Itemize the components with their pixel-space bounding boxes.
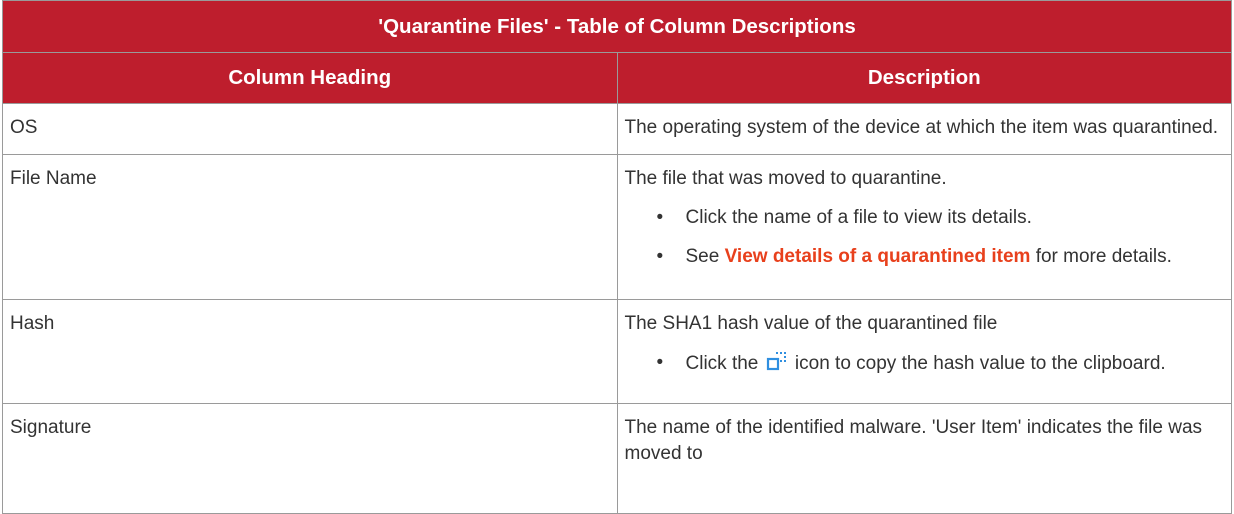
bullet-glyph: • <box>656 246 664 267</box>
bullet-text-prefix: Click the <box>685 353 764 374</box>
table-row-os: OS The operating system of the device at… <box>2 103 1232 155</box>
bullet-list: • Click the name of a file to view its d… <box>625 205 1232 270</box>
row-heading-text: Hash <box>10 313 55 334</box>
bullet-text-prefix: See <box>685 246 725 267</box>
table-row-signature: Signature The name of the identified mal… <box>2 403 1232 514</box>
list-item: • Click the icon to copy the hash value … <box>625 350 1232 377</box>
bullet-text-suffix: for more details. <box>1030 246 1172 267</box>
row-heading-file-name: File Name <box>2 154 618 300</box>
bullet-text-suffix: icon to copy the hash value to the clipb… <box>789 353 1166 374</box>
description-header: Description <box>616 52 1232 104</box>
column-heading-header: Column Heading <box>2 52 618 104</box>
view-details-link[interactable]: View details of a quarantined item <box>725 246 1031 267</box>
row-description-hash: The SHA1 hash value of the quarantined f… <box>616 299 1232 404</box>
row-heading-hash: Hash <box>2 299 618 404</box>
row-description-file-name: The file that was moved to quarantine. •… <box>616 154 1232 300</box>
row-heading-text: OS <box>10 117 38 138</box>
row-heading-os: OS <box>2 103 618 155</box>
table-header-row: Column Heading Description <box>2 52 1232 104</box>
column-description-table: 'Quarantine Files' - Table of Column Des… <box>2 0 1232 514</box>
row-heading-text: Signature <box>10 417 92 438</box>
row-description-text: The operating system of the device at wh… <box>624 117 1219 138</box>
table-title: 'Quarantine Files' - Table of Column Des… <box>2 0 1232 53</box>
row-description-signature: The name of the identified malware. 'Use… <box>616 403 1232 514</box>
bullet-text: Click the name of a file to view its det… <box>685 207 1032 228</box>
row-description-text: The name of the identified malware. 'Use… <box>624 417 1203 464</box>
row-description-text: The SHA1 hash value of the quarantined f… <box>624 313 998 334</box>
bullet-list: • Click the icon to copy the hash value … <box>625 350 1232 377</box>
list-item: • Click the name of a file to view its d… <box>625 205 1232 231</box>
table-title-row: 'Quarantine Files' - Table of Column Des… <box>2 0 1232 53</box>
row-heading-text: File Name <box>10 168 97 189</box>
table-row-file-name: File Name The file that was moved to qua… <box>2 154 1232 300</box>
bullet-glyph: • <box>656 352 664 373</box>
list-item: • See View details of a quarantined item… <box>625 244 1232 270</box>
row-description-os: The operating system of the device at wh… <box>616 103 1232 155</box>
row-heading-signature: Signature <box>2 403 618 514</box>
bullet-glyph: • <box>656 207 664 228</box>
row-description-text: The file that was moved to quarantine. <box>624 168 947 189</box>
table-row-hash: Hash The SHA1 hash value of the quaranti… <box>2 299 1232 404</box>
copy-icon <box>766 350 788 372</box>
